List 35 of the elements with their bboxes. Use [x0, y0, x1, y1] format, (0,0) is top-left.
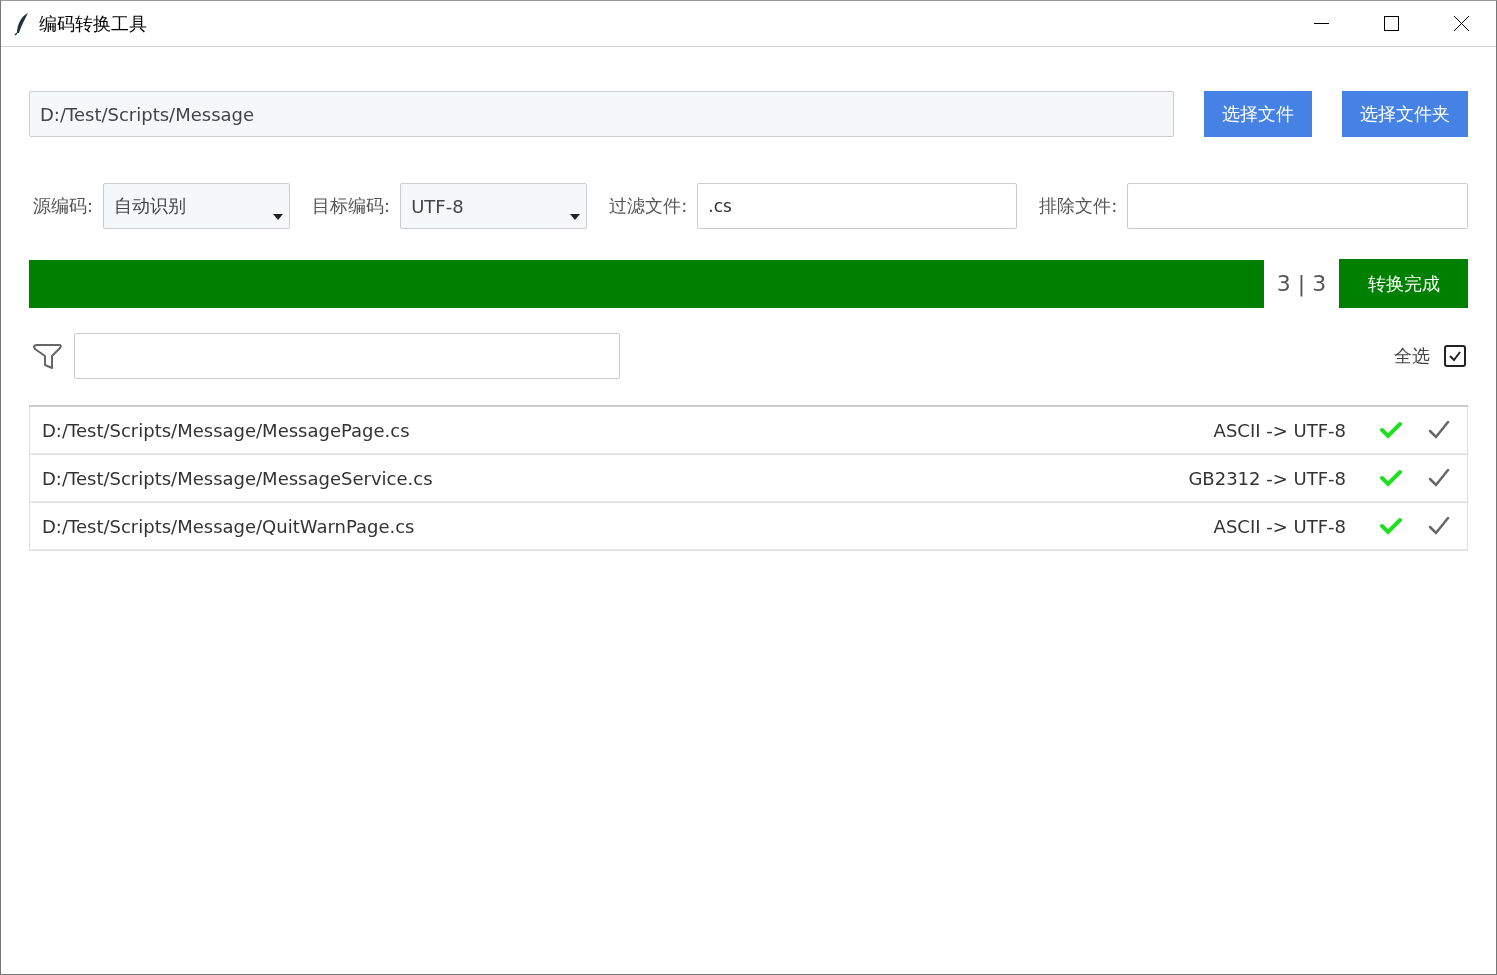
- field-label: 源编码:: [33, 194, 94, 218]
- conversion-text: ASCII -> UTF-8: [1213, 419, 1346, 441]
- row-checkbox[interactable]: [1428, 468, 1450, 488]
- file-row[interactable]: D:/Test/Scripts/Message/MessageService.cs GB2312 -> UTF-8: [29, 455, 1468, 503]
- input-field[interactable]: [1127, 183, 1468, 229]
- caret-icon: [273, 214, 284, 220]
- conversion-text: ASCII -> UTF-8: [1213, 515, 1346, 537]
- file-path: D:/Test/Scripts/Message/QuitWarnPage.cs: [42, 515, 416, 537]
- field-label: 过滤文件:: [609, 194, 688, 218]
- field-label: 排除文件:: [1039, 194, 1118, 218]
- row-checkbox[interactable]: [1428, 420, 1450, 440]
- maximize-icon: [1383, 16, 1399, 31]
- file-path: D:/Test/Scripts/Message/MessageService.cs: [42, 467, 434, 489]
- row-checkbox[interactable]: [1428, 516, 1450, 536]
- status-button[interactable]: 转换完成: [1339, 259, 1468, 308]
- select-file-button[interactable]: 选择文件: [1204, 91, 1312, 137]
- file-row[interactable]: D:/Test/Scripts/Message/MessagePage.cs ASCII -> UTF-8: [29, 407, 1468, 455]
- select-all-label: 全选: [1394, 344, 1430, 368]
- feather-icon: [14, 11, 30, 36]
- path-field[interactable]: D:/Test/Scripts/Message: [29, 91, 1174, 137]
- field-label: 目标编码:: [312, 194, 391, 218]
- input-field[interactable]: .cs: [697, 183, 1018, 229]
- conversion-text: GB2312 -> UTF-8: [1188, 467, 1346, 489]
- window-title: 编码转换工具: [39, 11, 148, 36]
- file-row[interactable]: D:/Test/Scripts/Message/QuitWarnPage.cs ASCII -> UTF-8: [29, 503, 1468, 551]
- progress-count: 3 | 3: [1275, 271, 1328, 296]
- select-all-checkbox[interactable]: [1444, 345, 1466, 367]
- select-folder-button[interactable]: 选择文件夹: [1342, 91, 1468, 137]
- file-path: D:/Test/Scripts/Message/MessagePage.cs: [42, 419, 411, 441]
- dropdown[interactable]: UTF-8: [400, 183, 588, 229]
- dropdown[interactable]: 自动识别: [103, 183, 291, 229]
- filter-field[interactable]: [74, 333, 620, 379]
- close-icon: [1453, 16, 1469, 31]
- caret-icon: [570, 214, 581, 220]
- minimize-icon: [1313, 23, 1329, 24]
